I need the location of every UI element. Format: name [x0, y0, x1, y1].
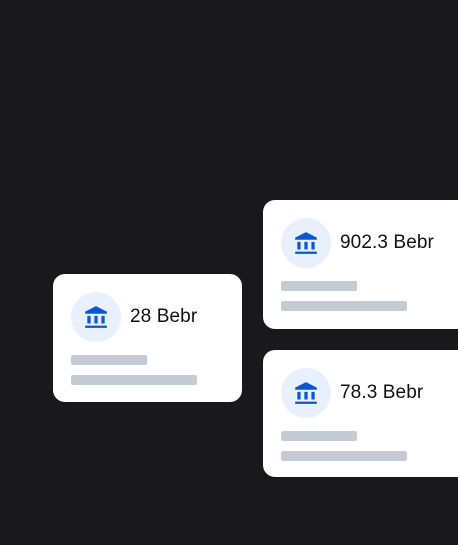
- balance-amount: 28 Bebr: [130, 306, 198, 327]
- bank-icon: [293, 230, 319, 256]
- bank-icon: [293, 380, 319, 406]
- balance-amount: 902.3 Bebr: [340, 232, 434, 253]
- account-card[interactable]: 28 Bebr: [53, 274, 242, 402]
- placeholder-line: [281, 281, 357, 291]
- placeholder-line: [281, 431, 357, 441]
- bank-icon: [83, 304, 109, 330]
- placeholder-line: [281, 301, 407, 311]
- canvas: 28 Bebr 902.3 Bebr 78.3 Bebr: [0, 0, 458, 545]
- bank-icon-badge: [281, 218, 331, 268]
- account-card[interactable]: 902.3 Bebr: [263, 200, 458, 329]
- balance-amount: 78.3 Bebr: [340, 382, 424, 403]
- placeholder-line: [71, 355, 147, 365]
- bank-icon-badge: [281, 368, 331, 418]
- placeholder-line: [281, 451, 407, 461]
- bank-icon-badge: [71, 292, 121, 342]
- account-card[interactable]: 78.3 Bebr: [263, 350, 458, 477]
- placeholder-line: [71, 375, 197, 385]
